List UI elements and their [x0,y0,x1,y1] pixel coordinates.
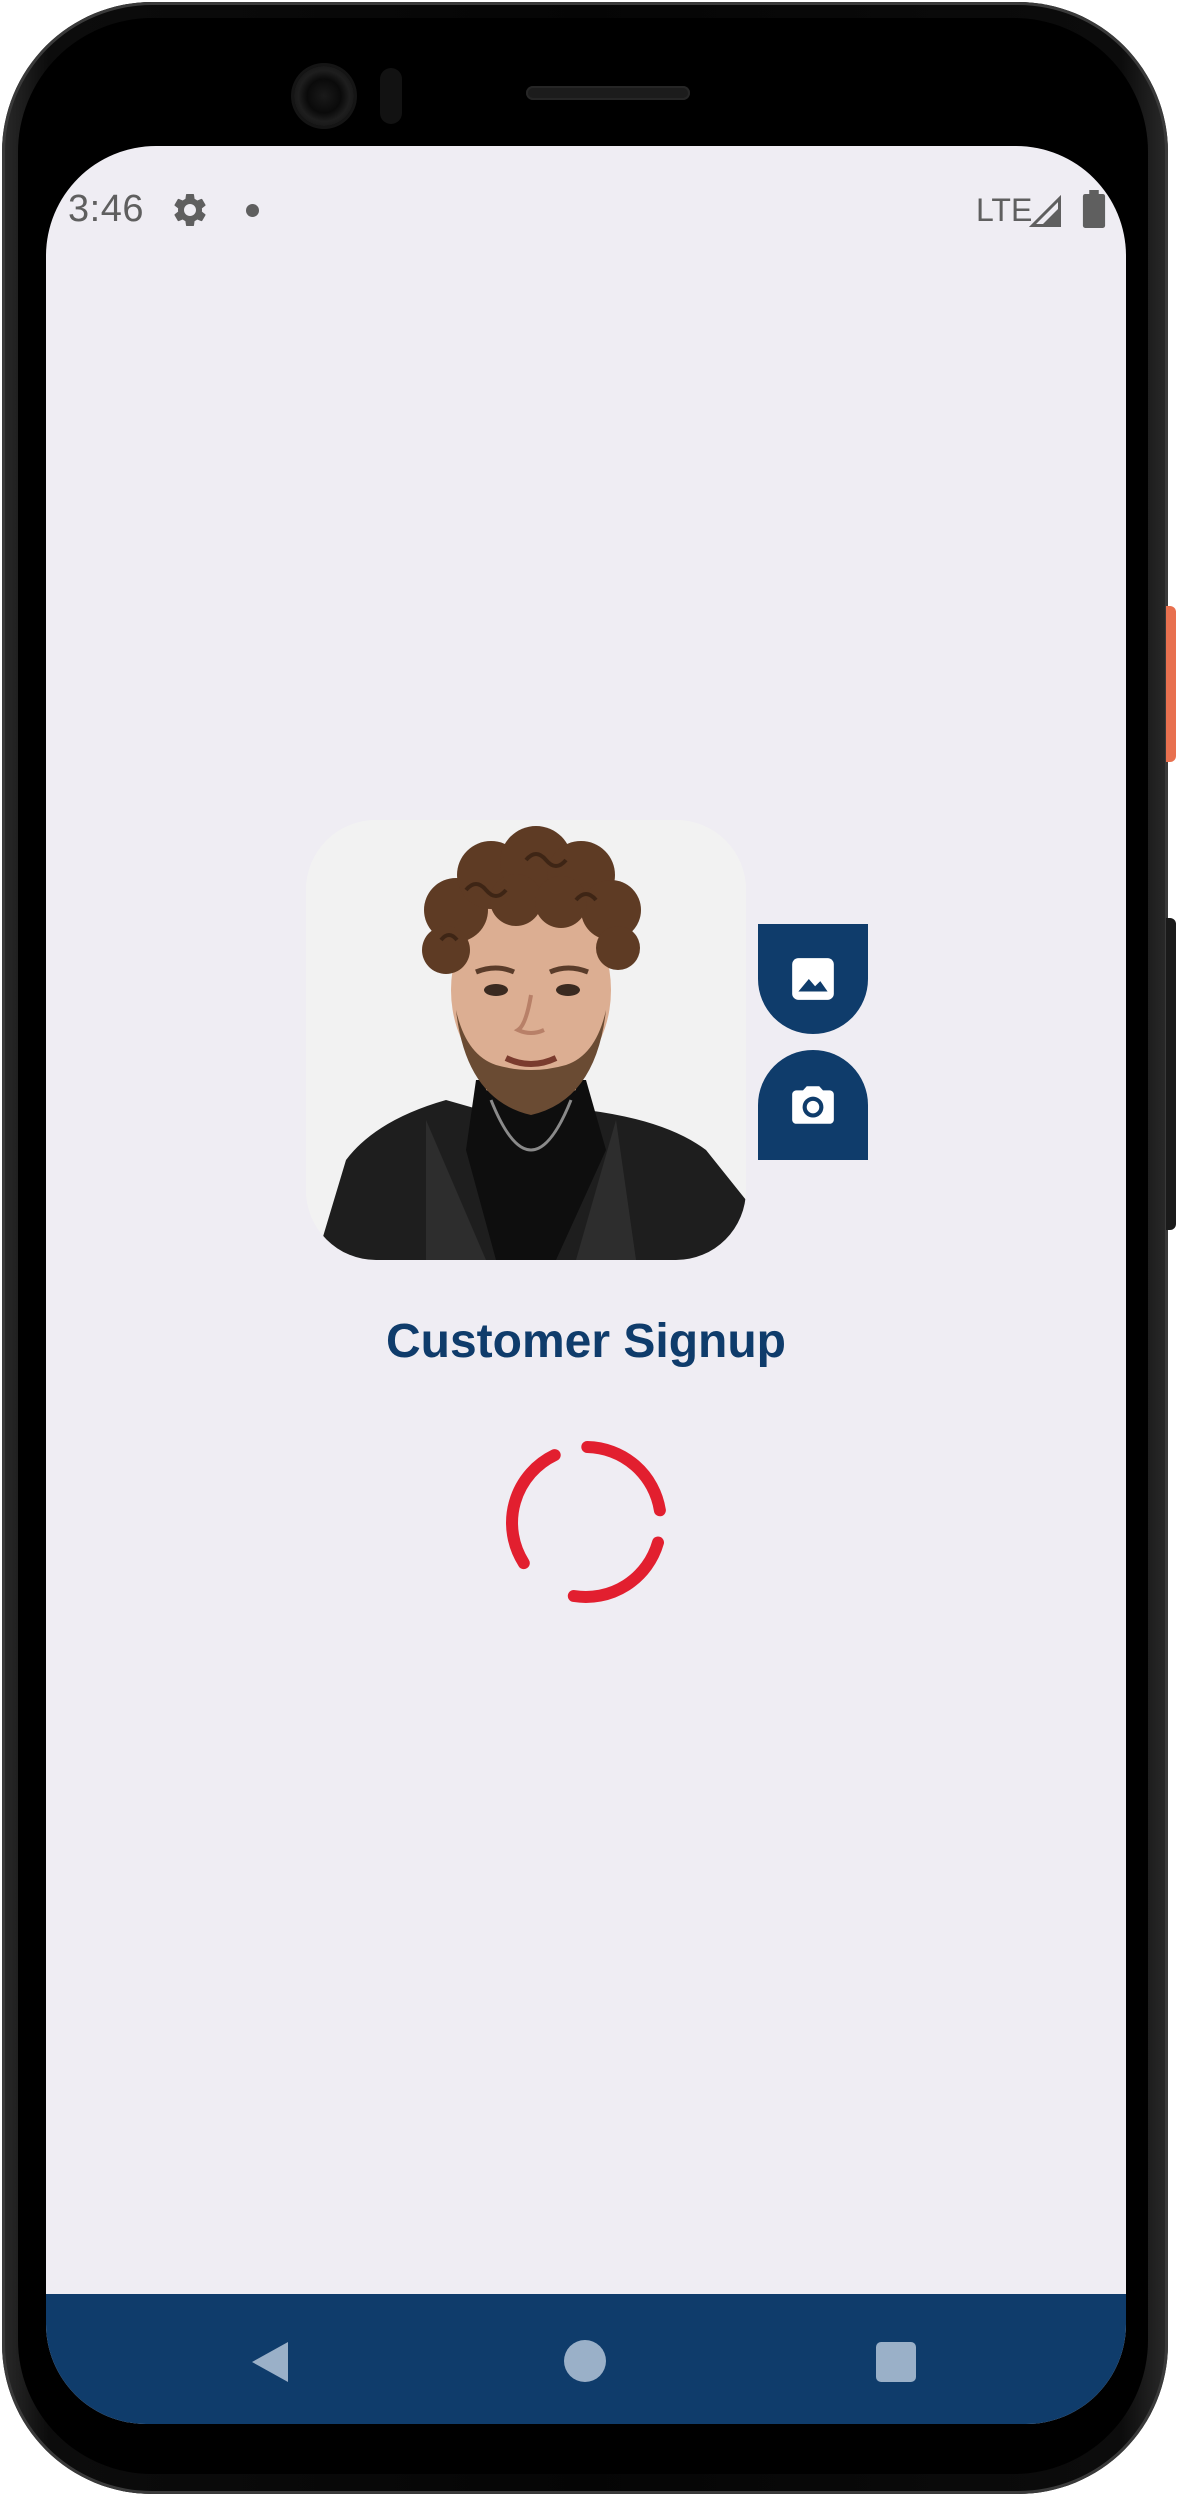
status-bar: 3:46 LTE [46,182,1126,242]
recents-icon[interactable] [876,2342,916,2382]
settings-gear-icon [174,194,206,226]
image-gallery-icon [792,958,834,1000]
navigation-bar [46,2294,1126,2424]
status-time: 3:46 [68,188,144,230]
profile-avatar[interactable] [306,820,746,1260]
signal-icon [1028,194,1061,227]
network-type-label: LTE [976,192,1033,228]
back-icon[interactable] [250,2340,290,2384]
pick-from-gallery-button[interactable] [758,924,868,1034]
app-screen: 3:46 LTE Customer Signup [46,146,1126,2424]
page-title: Customer Signup [385,1315,786,1368]
home-icon[interactable] [564,2340,606,2382]
loading-spinner-icon [506,1441,666,1603]
notification-dot-icon [246,204,259,217]
volume-button [1166,918,1176,1230]
earpiece-speaker [526,86,690,100]
battery-icon [1082,190,1106,228]
power-button [1166,606,1176,762]
profile-photo [306,820,746,1260]
camera-icon [792,1086,834,1124]
take-photo-button[interactable] [758,1050,868,1160]
front-camera [294,66,354,126]
front-sensor [380,68,402,124]
